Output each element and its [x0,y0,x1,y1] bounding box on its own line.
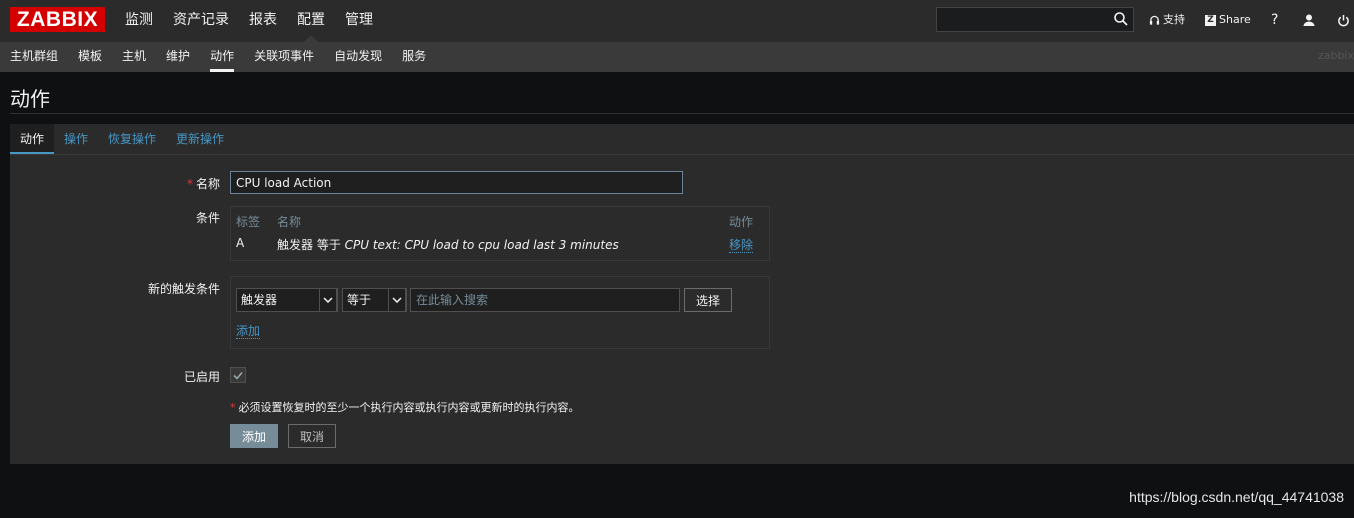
submenu-templates[interactable]: 模板 [78,42,102,72]
condition-remove-link[interactable]: 移除 [729,236,754,253]
submenu-services[interactable]: 服务 [402,42,426,72]
conditions-table: 标签 名称 动作 A 触发器 等于 CPU text: CPU load to … [230,206,770,261]
chevron-down-icon [388,288,406,312]
support-label: 支持 [1163,13,1185,26]
tab-update-operations[interactable]: 更新操作 [166,124,234,154]
user-icon [1303,14,1315,26]
menu-item-reports[interactable]: 报表 [249,0,277,42]
global-search-input[interactable] [937,8,1112,31]
sub-menu: 主机群组 模板 主机 维护 动作 关联项事件 自动发现 服务 [10,42,446,72]
zabbix-logo[interactable]: ZABBIX [10,7,105,32]
sign-out-button[interactable] [1337,11,1350,29]
tab-action[interactable]: 动作 [10,124,55,154]
required-note: * 必须设置恢复时的至少一个执行内容或执行内容或更新时的执行内容。 [230,399,580,415]
help-icon: ? [1271,12,1279,28]
menu-item-inventory[interactable]: 资产记录 [173,0,229,42]
global-search [936,7,1134,32]
select-trigger-button[interactable]: 选择 [684,288,732,312]
search-icon[interactable] [1113,11,1129,27]
submenu-host-groups[interactable]: 主机群组 [10,42,58,72]
condition-type-select[interactable]: 触发器 [236,288,338,312]
main-menu: 监测 资产记录 报表 配置 管理 [125,0,393,42]
chevron-down-icon [319,288,337,312]
tab-recovery-operations[interactable]: 恢复操作 [98,124,166,154]
add-condition-link[interactable]: 添加 [236,322,261,339]
conditions-header-action: 动作 [729,215,754,229]
name-label-text: 名称 [195,177,220,191]
submenu-event-correlation[interactable]: 关联项事件 [254,42,314,72]
name-label: * 名称 [10,175,220,192]
menu-item-administration[interactable]: 管理 [345,0,373,42]
condition-type-value: 触发器 [241,293,278,307]
condition-row-name-prefix: 触发器 等于 [277,238,345,252]
help-button[interactable]: ? [1271,11,1278,29]
conditions-header-name: 名称 [277,215,302,229]
power-icon [1338,14,1349,26]
submenu-discovery[interactable]: 自动发现 [334,42,382,72]
checkmark-icon [233,371,243,380]
user-profile-button[interactable] [1302,11,1316,29]
support-link[interactable]: 支持 [1149,11,1185,29]
submenu-hosts[interactable]: 主机 [122,42,146,72]
headset-icon [1149,15,1160,25]
required-asterisk: * [186,177,193,191]
share-z-icon: Z [1205,14,1216,26]
note-asterisk: * [230,401,236,414]
condition-row-name-value: CPU text: CPU load to cpu load last 3 mi… [344,238,619,252]
watermark-text: https://blog.csdn.net/qq_44741038 [1129,489,1344,505]
cancel-button[interactable]: 取消 [288,424,336,448]
submenu-maintenance[interactable]: 维护 [166,42,190,72]
enabled-label: 已启用 [183,370,220,384]
condition-remove-link-text: 移除 [729,238,754,253]
condition-operator-value: 等于 [347,293,372,307]
submenu-actions[interactable]: 动作 [210,42,235,72]
new-condition-label: 新的触发条件 [147,282,220,296]
top-navigation-bar: ZABBIX 监测 资产记录 报表 配置 管理 支持 Z Share ? [0,0,1354,42]
condition-row-name: 触发器 等于 CPU text: CPU load to cpu load la… [277,236,619,253]
server-name: zabbix [1317,49,1354,62]
title-divider [10,113,1354,114]
add-condition-link-text: 添加 [236,324,261,339]
name-input[interactable] [230,171,683,194]
conditions-header-tag: 标签 [236,215,261,229]
conditions-label: 条件 [195,211,220,225]
trigger-search-input[interactable] [410,288,680,312]
add-button[interactable]: 添加 [230,424,278,448]
share-link[interactable]: Z Share [1205,11,1251,29]
page-title: 动作 [10,87,50,111]
enabled-checkbox[interactable] [230,367,246,383]
share-label: Share [1219,13,1251,26]
tab-operations[interactable]: 操作 [54,124,98,154]
new-condition-box: 触发器 等于 选择 添加 [230,276,770,349]
note-text: 必须设置恢复时的至少一个执行内容或执行内容或更新时的执行内容。 [238,401,580,414]
sub-navigation-bar: 主机群组 模板 主机 维护 动作 关联项事件 自动发现 服务 zabbix [0,42,1354,72]
condition-operator-select[interactable]: 等于 [342,288,407,312]
menu-item-configuration[interactable]: 配置 [297,0,325,42]
action-form-panel: 动作 操作 恢复操作 更新操作 *名称 条件 标签 名称 动作 A 触发器 等于… [10,124,1354,464]
form-tabs: 动作 操作 恢复操作 更新操作 [10,124,1354,155]
menu-item-monitoring[interactable]: 监测 [125,0,153,42]
condition-row-tag: A [236,236,245,250]
